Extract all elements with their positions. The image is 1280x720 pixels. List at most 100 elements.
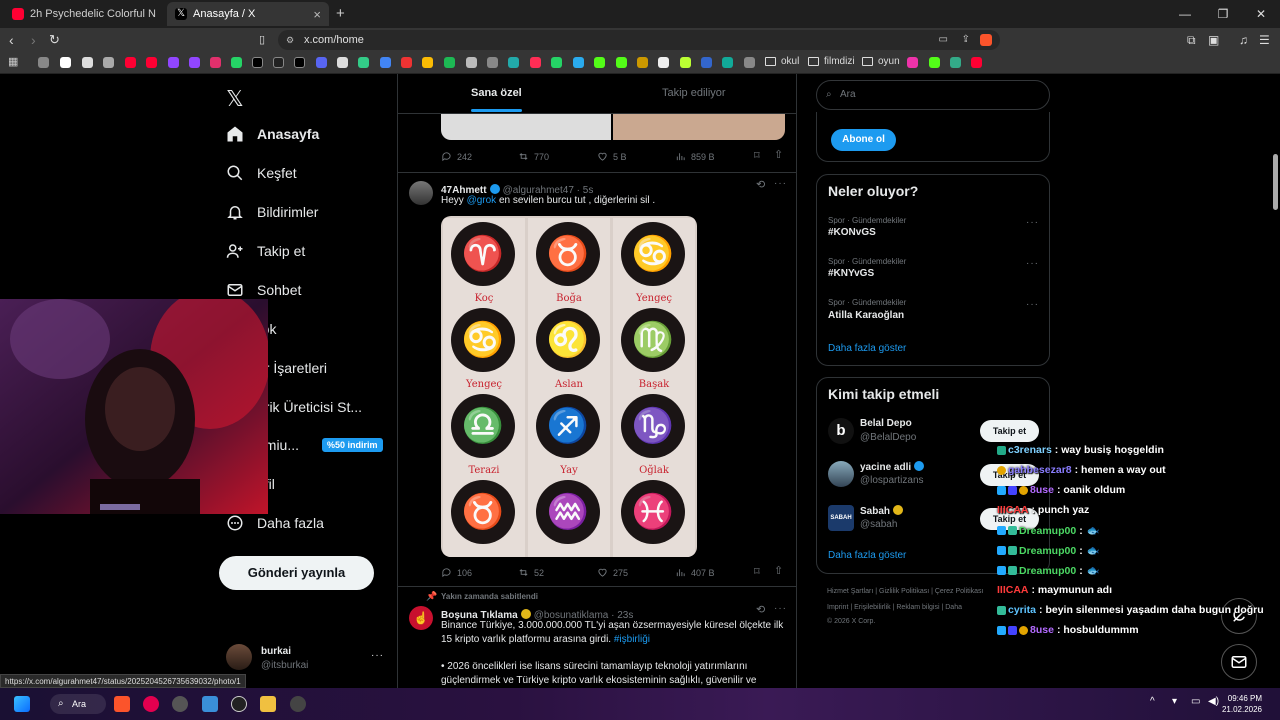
restore-icon[interactable]: ❐: [1204, 0, 1242, 28]
like-button[interactable]: 5 B: [597, 151, 627, 162]
trend-more-icon[interactable]: ···: [1026, 258, 1039, 269]
bookmark-icon[interactable]: [358, 57, 369, 68]
messages-fab-button[interactable]: [1221, 644, 1257, 680]
tab-x-home[interactable]: 𝕏 Anasayfa / X ×: [167, 2, 329, 26]
bookmark-folder-filmdizi[interactable]: filmdizi: [808, 56, 855, 67]
bookmark-icon[interactable]: [907, 57, 918, 68]
wallet-icon[interactable]: ▣: [1208, 32, 1219, 48]
taskbar-search[interactable]: ⌕ Ara: [50, 694, 106, 714]
trend-more-icon[interactable]: ···: [1026, 217, 1039, 228]
file-explorer-icon[interactable]: [260, 696, 276, 712]
spotify-icon[interactable]: [444, 57, 455, 68]
account-avatar[interactable]: [226, 644, 252, 670]
prev-tweet-image[interactable]: [441, 114, 611, 140]
new-tab-icon[interactable]: +: [336, 5, 345, 22]
media-icon[interactable]: ♫: [1239, 32, 1248, 48]
cast-icon[interactable]: ▭: [939, 30, 948, 50]
footer-links[interactable]: Imprint | Erişilebilirlik | Reklam bilgi…: [827, 604, 962, 611]
nav-home[interactable]: Anasayfa: [226, 122, 319, 146]
prev-tweet-image[interactable]: [613, 114, 785, 140]
tweet-avatar[interactable]: [409, 181, 433, 205]
bookmark-folder-oyun[interactable]: oyun: [862, 56, 900, 67]
url-bar[interactable]: ⚙ x.com/home ▭ ⇪: [278, 30, 1000, 50]
reply-button[interactable]: 106: [441, 567, 472, 578]
bookmark-icon[interactable]: [701, 57, 712, 68]
suggested-user-name-text[interactable]: yacine adli: [860, 462, 911, 473]
nav-notifications[interactable]: Bildirimler: [226, 200, 318, 224]
post-button[interactable]: Gönderi yayınla: [219, 556, 374, 590]
twitch-icon[interactable]: [168, 57, 179, 68]
reply-button[interactable]: 242: [441, 151, 472, 162]
tweet-image[interactable]: ♈ Koç ♉ Boğa ♋ Yengeç ♋ Yengeç ♌ Aslan ♍ Başak…: [441, 216, 697, 557]
tiktok-icon[interactable]: [294, 57, 305, 68]
bookmark-icon[interactable]: ⌑: [754, 149, 760, 162]
back-icon[interactable]: ‹: [9, 32, 14, 48]
bookmark-icon[interactable]: [82, 57, 93, 68]
media-player-icon[interactable]: [143, 696, 159, 712]
grok-icon[interactable]: ⟲: [756, 603, 765, 616]
trend-more-icon[interactable]: ···: [1026, 299, 1039, 310]
instagram-icon[interactable]: [210, 57, 221, 68]
extensions-icon[interactable]: ⧉: [1187, 32, 1196, 48]
avatar[interactable]: [828, 461, 854, 487]
apps-grid-icon[interactable]: ▦: [8, 55, 18, 68]
bookmark-icon[interactable]: [231, 57, 242, 68]
footer-links[interactable]: Hizmet Şartları | Gizlilik Politikası | …: [827, 588, 984, 595]
bookmark-icon[interactable]: [530, 57, 541, 68]
discord-icon[interactable]: [316, 57, 327, 68]
bookmark-icon[interactable]: [722, 57, 733, 68]
suggested-user-name-text[interactable]: Sabah: [860, 506, 890, 517]
sabah-logo-icon[interactable]: SABAH: [828, 505, 854, 531]
tab-for-you[interactable]: Sana özel: [471, 87, 522, 112]
share-icon[interactable]: ⇧: [774, 148, 783, 161]
bookmark-icon[interactable]: ⌑: [754, 565, 760, 578]
tray-chevron-icon[interactable]: ^: [1150, 696, 1155, 707]
trends-show-more[interactable]: Daha fazla göster: [828, 343, 906, 354]
trend-name[interactable]: Atilla Karaoğlan: [828, 310, 904, 321]
nav-creator-studio[interactable]: erik Üreticisi St...: [257, 395, 362, 419]
obs-icon[interactable]: [290, 696, 306, 712]
youtube-icon[interactable]: [125, 57, 136, 68]
twitch-icon[interactable]: [189, 57, 200, 68]
search-input[interactable]: ⌕ Ara: [816, 80, 1050, 110]
windows-start-icon[interactable]: [14, 696, 30, 712]
site-settings-icon[interactable]: ⚙: [286, 30, 294, 50]
whatsapp-icon[interactable]: [551, 57, 562, 68]
bookmark-icon[interactable]: [380, 57, 391, 68]
youtube-icon[interactable]: [146, 57, 157, 68]
tweet-avatar[interactable]: ☝: [409, 606, 433, 630]
nav-more[interactable]: Daha fazla: [226, 511, 324, 535]
close-tab-icon[interactable]: ×: [307, 7, 321, 22]
bookmark-icon[interactable]: [680, 57, 691, 68]
forward-icon[interactable]: ›: [31, 32, 36, 48]
bookmark-icon[interactable]: [103, 57, 114, 68]
volume-icon[interactable]: ◀): [1208, 696, 1219, 707]
telegram-icon[interactable]: [573, 57, 584, 68]
minimize-icon[interactable]: —: [1166, 0, 1204, 28]
account-menu-icon[interactable]: ···: [371, 650, 384, 661]
youtube-icon[interactable]: [971, 57, 982, 68]
tray-icon[interactable]: ▾: [1172, 696, 1177, 707]
share-icon[interactable]: ⇧: [774, 564, 783, 577]
tab-following[interactable]: Takip ediliyor: [662, 87, 726, 99]
nav-explore[interactable]: Keşfet: [226, 161, 297, 185]
bookmark-icon[interactable]: [466, 57, 477, 68]
taskbar-clock[interactable]: 09:46 PM 21.02.2026: [1222, 693, 1262, 715]
bookmark-icon[interactable]: [337, 57, 348, 68]
grok-icon[interactable]: [231, 696, 247, 712]
subscribe-button[interactable]: Abone ol: [831, 129, 896, 151]
photos-icon[interactable]: [202, 696, 218, 712]
bookmark-icon[interactable]: [744, 57, 755, 68]
trend-name[interactable]: #KNYvGS: [828, 268, 874, 279]
kick-icon[interactable]: [616, 57, 627, 68]
bookmark-page-icon[interactable]: ▯: [259, 32, 265, 48]
kick-icon[interactable]: [929, 57, 940, 68]
nav-follow[interactable]: Takip et: [226, 239, 305, 263]
views-button[interactable]: 407 B: [675, 567, 715, 578]
drive-icon[interactable]: [422, 57, 433, 68]
kick-icon[interactable]: [594, 57, 605, 68]
network-icon[interactable]: ▭: [1191, 696, 1200, 707]
repost-button[interactable]: 770: [518, 151, 549, 162]
tab-youtube[interactable]: 2h Psychedelic Colorful Neon Backgr: [4, 2, 164, 26]
bookmark-icon[interactable]: [637, 57, 648, 68]
